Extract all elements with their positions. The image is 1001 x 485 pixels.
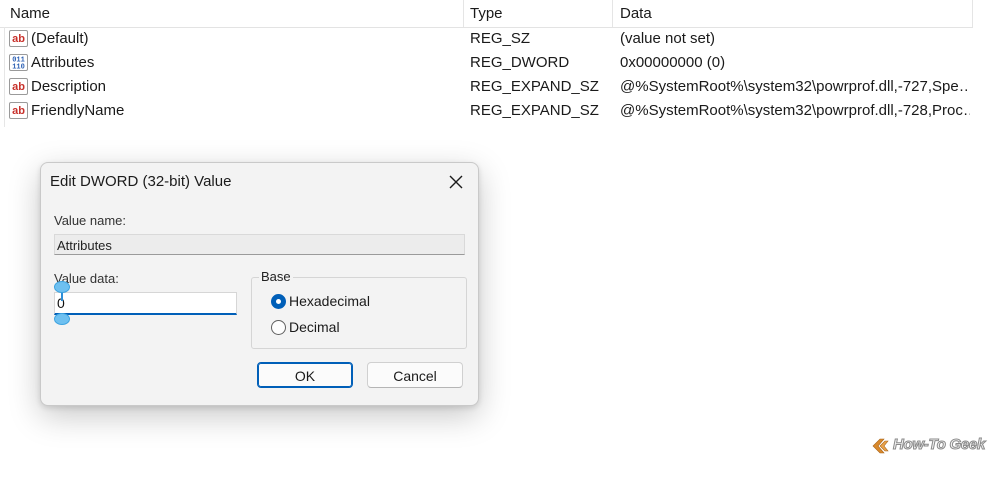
cancel-button[interactable]: Cancel [367,362,463,388]
row-data: 0x00000000 (0) [620,54,726,71]
dialog-titlebar[interactable]: Edit DWORD (32-bit) Value [41,163,478,201]
list-header: Name Type Data [0,0,973,28]
watermark-text: How-To Geek [893,436,986,454]
binary-icon-label-bottom: 110 [12,64,25,72]
column-header-type[interactable]: Type [470,0,503,27]
base-groupbox [251,277,467,349]
ok-button[interactable]: OK [257,362,353,388]
registry-row[interactable]: 011 110 Attributes REG_DWORD 0x00000000 … [0,51,973,75]
close-icon[interactable] [444,170,468,194]
row-type: REG_EXPAND_SZ [470,102,599,119]
row-type: REG_DWORD [470,54,570,71]
column-separator[interactable] [463,0,464,27]
binary-value-icon: 011 110 [9,54,28,71]
hexadecimal-label[interactable]: Hexadecimal [289,293,370,309]
selection-handle-top[interactable] [54,281,70,293]
row-data: @%SystemRoot%\system32\powrprof.dll,-728… [620,102,970,119]
value-data-input[interactable] [54,292,237,315]
value-name-label: Value name: [54,213,127,228]
registry-row[interactable]: ab FriendlyName REG_EXPAND_SZ @%SystemRo… [0,99,973,123]
column-separator[interactable] [972,0,973,27]
base-group-label: Base [259,269,293,284]
row-type: REG_EXPAND_SZ [470,78,599,95]
decimal-label[interactable]: Decimal [289,319,340,335]
geek-logo-icon [872,438,889,454]
column-separator[interactable] [612,0,613,27]
string-value-icon: ab [9,102,28,119]
edit-dword-dialog: Edit DWORD (32-bit) Value Value name: At… [40,162,479,406]
row-data: @%SystemRoot%\system32\powrprof.dll,-727… [620,78,970,95]
string-icon-label: ab [12,33,25,45]
registry-row[interactable]: ab Description REG_EXPAND_SZ @%SystemRoo… [0,75,973,99]
string-value-icon: ab [9,30,28,47]
row-name: Description [31,78,107,95]
row-name: Attributes [31,54,95,71]
value-name-field: Attributes [54,234,465,255]
dialog-title: Edit DWORD (32-bit) Value [50,173,232,190]
column-header-name[interactable]: Name [10,0,50,27]
string-value-icon: ab [9,78,28,95]
decimal-radio[interactable] [271,320,286,335]
row-type: REG_SZ [470,30,531,47]
row-data: (value not set) [620,30,716,47]
registry-row[interactable]: ab (Default) REG_SZ (value not set) [0,27,973,51]
string-icon-label: ab [12,81,25,93]
row-name: FriendlyName [31,102,125,119]
string-icon-label: ab [12,105,25,117]
hexadecimal-radio[interactable] [271,294,286,309]
selection-handle-bottom[interactable] [54,313,70,325]
row-name: (Default) [31,30,89,47]
column-header-data[interactable]: Data [620,0,652,27]
